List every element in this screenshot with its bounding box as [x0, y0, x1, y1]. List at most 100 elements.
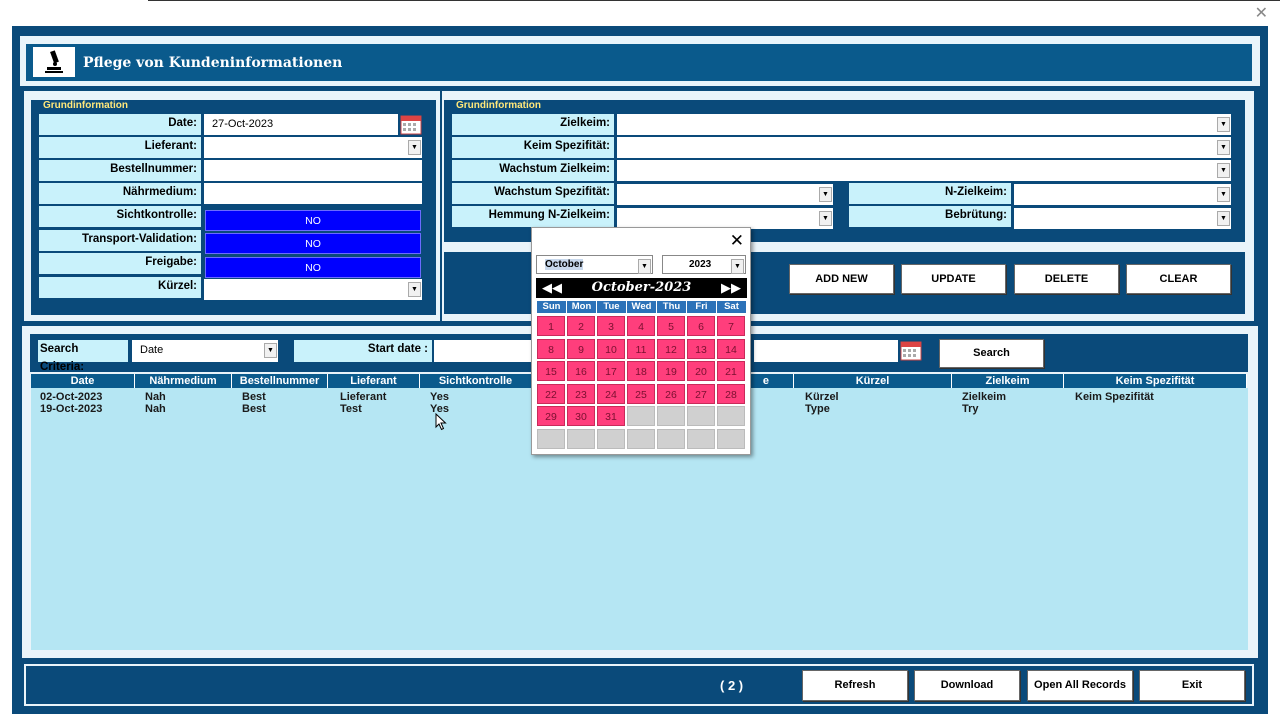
right-panel-legend: Grundinformation: [453, 100, 544, 111]
chevron-down-icon[interactable]: ▼: [408, 282, 421, 297]
calendar-day[interactable]: 25: [627, 383, 655, 404]
column-header-lieferant[interactable]: Lieferant: [328, 374, 420, 388]
calendar-day[interactable]: 21: [717, 361, 745, 381]
column-header-zielkeim[interactable]: Zielkeim: [952, 374, 1064, 388]
sichtkontrolle-toggle[interactable]: NO: [205, 210, 421, 231]
calendar-day[interactable]: 24: [597, 383, 625, 404]
calendar-day[interactable]: 18: [627, 361, 655, 381]
chevron-down-icon[interactable]: ▼: [731, 259, 744, 274]
calendar-day[interactable]: 11: [627, 338, 655, 359]
column-header-naehrmedium[interactable]: Nährmedium: [135, 374, 232, 388]
chevron-down-icon[interactable]: ▼: [819, 211, 832, 226]
calendar-icon[interactable]: [900, 341, 922, 361]
calendar-day[interactable]: 31: [597, 406, 625, 426]
calendar-day[interactable]: 8: [537, 338, 565, 359]
calendar-day[interactable]: 13: [687, 338, 715, 359]
calendar-day[interactable]: 16: [567, 361, 595, 381]
calendar-empty-cell: [717, 428, 745, 449]
bebruetung-dropdown[interactable]: ▼: [1014, 208, 1231, 229]
end-date-field[interactable]: [754, 340, 898, 362]
search-button[interactable]: Search: [939, 339, 1044, 368]
calendar-day[interactable]: 23: [567, 383, 595, 404]
calendar-empty-cell: [657, 406, 685, 426]
calendar-day[interactable]: 1: [537, 316, 565, 336]
calendar-day[interactable]: 14: [717, 338, 745, 359]
n-zielkeim-label: N-Zielkeim:: [849, 183, 1011, 204]
wachstum-spezifitaet-dropdown[interactable]: ▼: [617, 184, 833, 205]
app-title: Pflege von Kundeninformationen: [83, 55, 343, 71]
calendar-day[interactable]: 2: [567, 316, 595, 336]
chevron-down-icon[interactable]: ▼: [1217, 140, 1230, 155]
calendar-day[interactable]: 30: [567, 406, 595, 426]
exit-button[interactable]: Exit: [1139, 670, 1245, 701]
date-label: Date:: [39, 114, 201, 135]
wachstum-zielkeim-dropdown[interactable]: ▼: [617, 160, 1231, 181]
download-button[interactable]: Download: [914, 670, 1020, 701]
column-header-bestellnummer[interactable]: Bestellnummer: [232, 374, 328, 388]
update-button[interactable]: UPDATE: [901, 264, 1006, 294]
column-header-keim-spezifitaet[interactable]: Keim Spezifität: [1064, 374, 1247, 388]
cell-lieferant: Lieferant: [340, 391, 387, 403]
zielkeim-dropdown[interactable]: ▼: [617, 114, 1231, 135]
month-select[interactable]: October ▼: [536, 255, 653, 274]
calendar-icon[interactable]: [400, 115, 422, 135]
date-picker-popup[interactable]: ✕ October ▼ 2023 ▼ ◀◀ October-2023 ▶▶ Sun M…: [531, 227, 751, 455]
chevron-down-icon[interactable]: ▼: [1217, 187, 1230, 202]
calendar-day[interactable]: 29: [537, 406, 565, 426]
calendar-day[interactable]: 19: [657, 361, 685, 381]
calendar-day[interactable]: 26: [657, 383, 685, 404]
calendar-day[interactable]: 9: [567, 338, 595, 359]
microscope-icon: [33, 47, 75, 77]
start-date-field[interactable]: [434, 340, 534, 362]
calendar-day[interactable]: 12: [657, 338, 685, 359]
calendar-day[interactable]: 17: [597, 361, 625, 381]
next-month-icon[interactable]: ▶▶: [721, 278, 741, 298]
n-zielkeim-dropdown[interactable]: ▼: [1014, 184, 1231, 205]
calendar-day[interactable]: 4: [627, 316, 655, 336]
year-select[interactable]: 2023 ▼: [662, 255, 746, 274]
chevron-down-icon[interactable]: ▼: [819, 187, 832, 202]
transport-validation-toggle[interactable]: NO: [205, 233, 421, 254]
refresh-button[interactable]: Refresh: [802, 670, 908, 701]
calendar-day[interactable]: 7: [717, 316, 745, 336]
cell-zielkeim: Try: [962, 403, 979, 415]
chevron-down-icon[interactable]: ▼: [408, 140, 421, 155]
calendar-day[interactable]: 10: [597, 338, 625, 359]
open-all-records-button[interactable]: Open All Records: [1027, 670, 1133, 701]
window-close-icon[interactable]: ✕: [1255, 3, 1268, 23]
chevron-down-icon[interactable]: ▼: [1217, 163, 1230, 178]
calendar-day[interactable]: 20: [687, 361, 715, 381]
delete-button[interactable]: DELETE: [1014, 264, 1119, 294]
column-header-sichtkontrolle[interactable]: Sichtkontrolle: [420, 374, 532, 388]
weekday-header: Mon: [567, 301, 596, 313]
chevron-down-icon[interactable]: ▼: [638, 259, 651, 274]
column-header-date[interactable]: Date: [31, 374, 135, 388]
close-icon[interactable]: ✕: [730, 231, 744, 251]
calendar-day[interactable]: 6: [687, 316, 715, 336]
bestellnummer-field[interactable]: [204, 160, 422, 181]
calendar-day[interactable]: 5: [657, 316, 685, 336]
calendar-day[interactable]: 3: [597, 316, 625, 336]
calendar-day[interactable]: 27: [687, 383, 715, 404]
calendar-day[interactable]: 22: [537, 383, 565, 404]
chevron-down-icon[interactable]: ▼: [1217, 117, 1230, 132]
clear-button[interactable]: CLEAR: [1126, 264, 1231, 294]
chevron-down-icon[interactable]: ▼: [1217, 211, 1230, 226]
calendar-day[interactable]: 28: [717, 383, 745, 404]
column-header-kuerzel[interactable]: Kürzel: [794, 374, 952, 388]
keim-spezifitaet-dropdown[interactable]: ▼: [617, 137, 1231, 158]
date-field[interactable]: 27-Oct-2023: [204, 114, 398, 135]
add-new-button[interactable]: ADD NEW: [789, 264, 894, 294]
keim-spezifitaet-label: Keim Spezifität:: [452, 137, 614, 158]
calendar-day[interactable]: 15: [537, 361, 565, 381]
lieferant-dropdown[interactable]: ▼: [204, 137, 422, 158]
chevron-down-icon[interactable]: ▼: [264, 343, 277, 358]
search-criteria-dropdown[interactable]: Date ▼: [132, 340, 278, 362]
naehrmedium-field[interactable]: [204, 183, 422, 204]
weekday-header: Thu: [657, 301, 686, 313]
freigabe-toggle[interactable]: NO: [205, 257, 421, 278]
weekday-header: Sat: [717, 301, 746, 313]
hemmung-n-zielkeim-dropdown[interactable]: ▼: [617, 208, 833, 229]
kuerzel-dropdown[interactable]: ▼: [204, 279, 422, 300]
weekday-header: Tue: [597, 301, 626, 313]
